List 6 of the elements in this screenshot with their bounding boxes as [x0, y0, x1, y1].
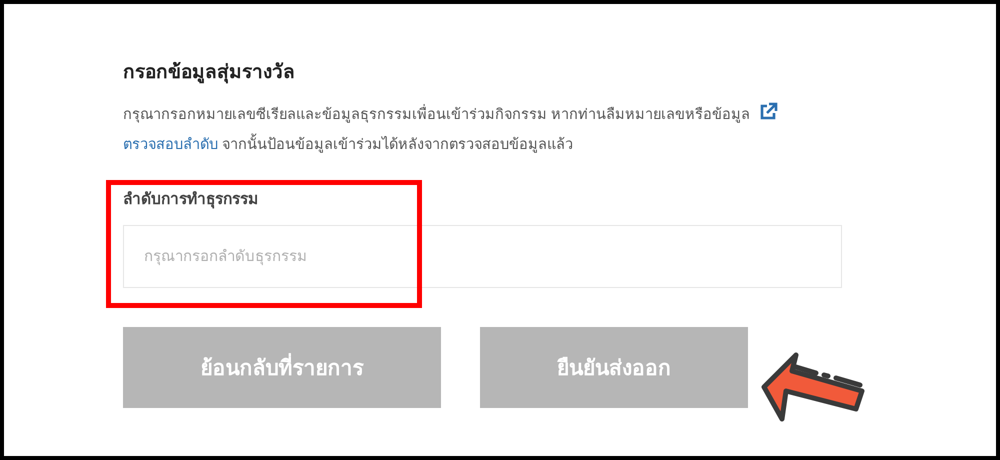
external-link-icon[interactable] — [758, 102, 778, 122]
input-field[interactable]: กรุณากรอกลำดับธุรกรรม — [123, 225, 842, 288]
instruction-text: กรุณากรอกหมายเลขซีเรียลและข้อมูลธุรกรรมเพื่อนเข้าร่วมกิจกรรม หากท่านลืมหมายเลขหรือข้อมูล ตรวจสอบลำดับ จากนั้นป้อนข้อมูลเข้าร่วมได้หลังจากตรวจสอบข้อมูลแล้ว — [123, 100, 843, 160]
link[interactable]: ตรวจสอบลำดับ — [123, 137, 218, 153]
field-label: ลำดับการทำธุรกรรม — [123, 190, 258, 210]
form-title: กรอกข้อมูลสุ่มรางวัล — [123, 60, 296, 86]
